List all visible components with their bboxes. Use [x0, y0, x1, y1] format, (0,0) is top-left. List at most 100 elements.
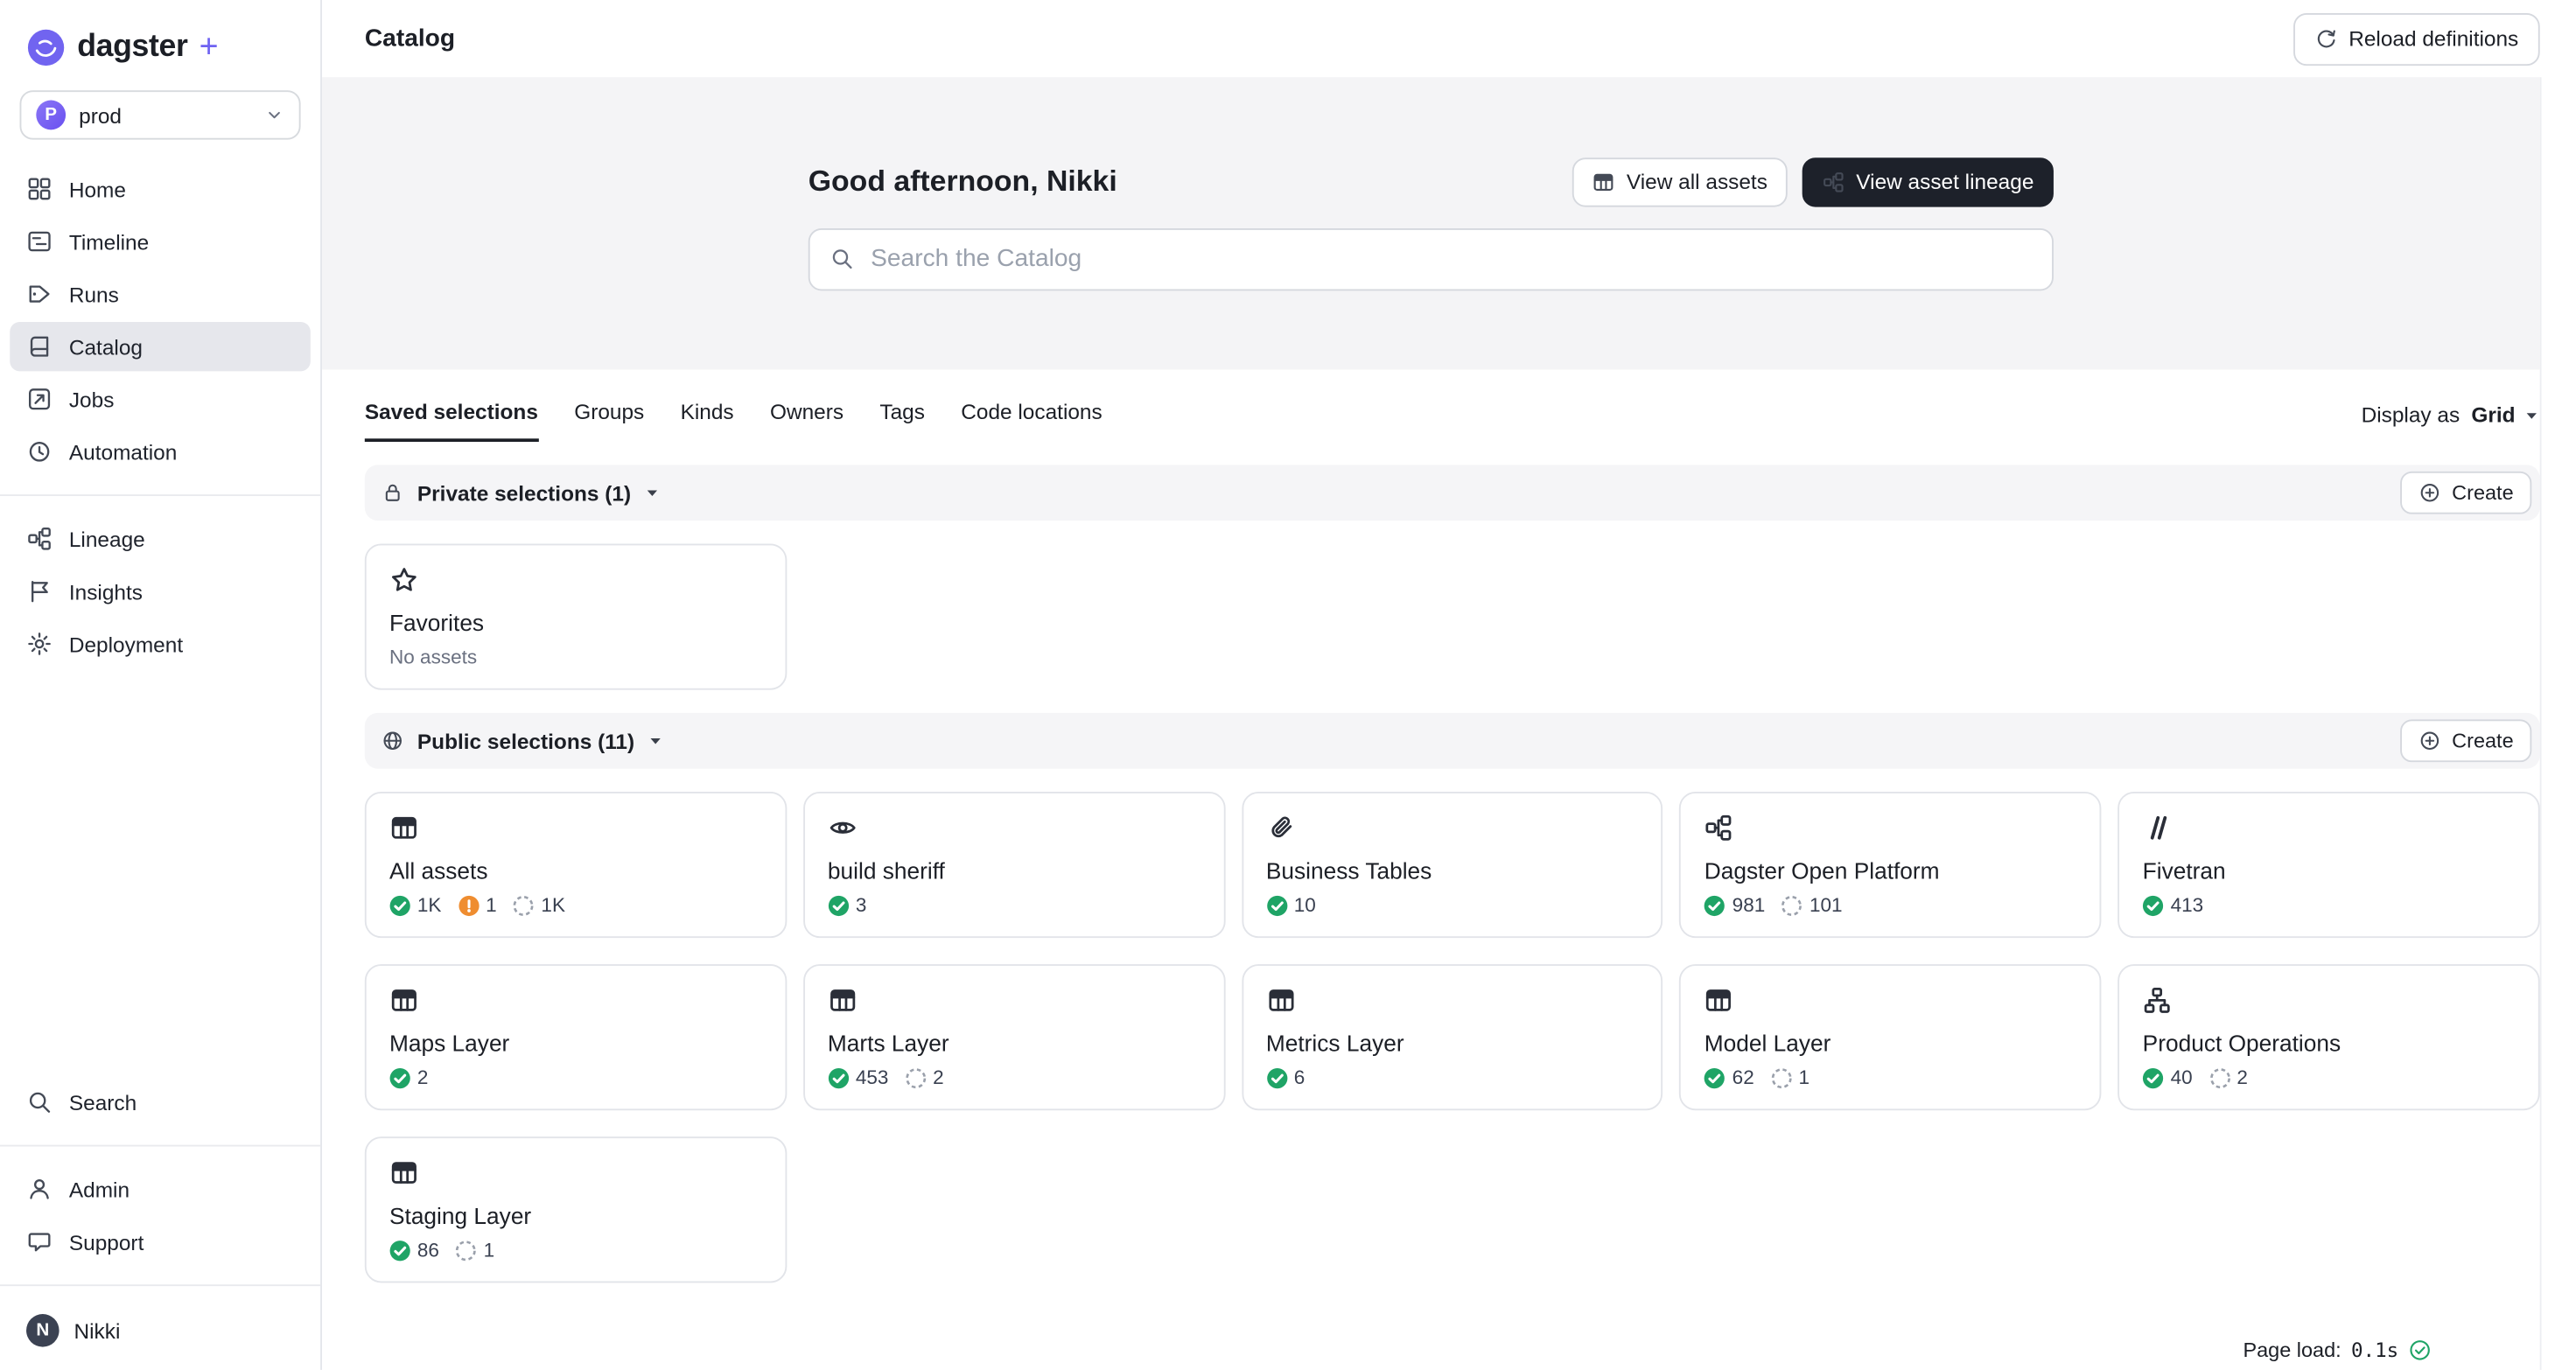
selection-sections: Private selections (1) Create Favorites …: [322, 442, 2540, 1370]
status-badge: 1: [458, 893, 496, 916]
card-meta: 981 101: [1704, 893, 2077, 916]
create-button-label: Create: [2452, 481, 2513, 504]
card-title: Marts Layer: [828, 1030, 1200, 1056]
status-count: 3: [856, 893, 867, 916]
search-icon: [26, 1089, 52, 1115]
tab-groups[interactable]: Groups: [574, 399, 644, 442]
tab-kinds[interactable]: Kinds: [681, 399, 734, 442]
selection-card-marts-layer[interactable]: Marts Layer 453 2: [803, 964, 1225, 1110]
status-badge: 101: [1782, 893, 1843, 916]
chevron-down-icon: [2524, 407, 2540, 423]
status-count: 40: [2171, 1066, 2193, 1089]
catalog-hero: Good afternoon, Nikki View all assets Vi…: [322, 77, 2540, 369]
sidebar-item-lineage[interactable]: Lineage: [10, 514, 311, 563]
table-icon: [389, 813, 419, 842]
check-circle-icon: [2408, 1339, 2431, 1361]
deployment-name: prod: [79, 102, 122, 127]
create-selection-button[interactable]: Create: [2401, 472, 2531, 514]
sidebar-item-support[interactable]: Support: [10, 1217, 311, 1266]
catalog-search-input[interactable]: [867, 243, 2032, 275]
tab-owners[interactable]: Owners: [770, 399, 844, 442]
card-meta: 10: [1266, 893, 1639, 916]
sidebar-item-home[interactable]: Home: [10, 164, 311, 213]
page-title: Catalog: [365, 24, 455, 52]
logo-plus: +: [200, 29, 219, 66]
selection-card-all-assets[interactable]: All assets 1K 1 1K: [365, 792, 787, 938]
selection-card-fivetran[interactable]: Fivetran 413: [2118, 792, 2540, 938]
view-all-assets-button[interactable]: View all assets: [1572, 157, 1787, 206]
display-as: Display as Grid: [2362, 402, 2540, 442]
reload-icon: [2314, 27, 2337, 50]
deployment-switcher[interactable]: P prod: [20, 90, 301, 139]
status-badge: 2: [2208, 1066, 2247, 1089]
selection-card-model-layer[interactable]: Model Layer 62 1: [1680, 964, 2102, 1110]
selection-card-build-sheriff[interactable]: build sheriff 3: [803, 792, 1225, 938]
selection-card-dagster-open-platform[interactable]: Dagster Open Platform 981 101: [1680, 792, 2102, 938]
selection-card-staging-layer[interactable]: Staging Layer 86 1: [365, 1136, 787, 1283]
sidebar-item-deployment[interactable]: Deployment: [10, 619, 311, 668]
pending-status-icon: [905, 1066, 926, 1087]
chevron-down-icon[interactable]: [648, 732, 664, 749]
card-meta: 453 2: [828, 1066, 1200, 1089]
tab-code-locations[interactable]: Code locations: [961, 399, 1102, 442]
sidebar-divider: [0, 1284, 320, 1286]
scrollbar[interactable]: [2540, 77, 2576, 1370]
sidebar-item-catalog[interactable]: Catalog: [10, 322, 311, 371]
status-count: 1: [486, 893, 497, 916]
view-asset-lineage-button[interactable]: View asset lineage: [1802, 157, 2054, 206]
page-load-indicator: Page load: 0.1s: [2243, 1339, 2431, 1361]
status-count: 2: [2236, 1066, 2248, 1089]
selection-card-favorites[interactable]: Favorites No assets: [365, 543, 787, 689]
status-count: 2: [417, 1066, 429, 1089]
create-selection-button[interactable]: Create: [2401, 719, 2531, 762]
status-badge: 62: [1704, 1066, 1754, 1089]
sidebar-item-timeline[interactable]: Timeline: [10, 217, 311, 266]
reload-definitions-button[interactable]: Reload definitions: [2292, 12, 2539, 65]
table-icon: [389, 986, 419, 1016]
catalog-tabs-row: Saved selections Groups Kinds Owners Tag…: [322, 369, 2540, 442]
private-selections-header: Private selections (1) Create: [365, 465, 2540, 521]
status-badge: 2: [389, 1066, 428, 1089]
eye-icon: [828, 813, 858, 842]
globe-icon: [382, 730, 404, 752]
selection-card-business-tables[interactable]: Business Tables 10: [1242, 792, 1663, 938]
card-title: Business Tables: [1266, 857, 1639, 884]
selection-card-metrics-layer[interactable]: Metrics Layer 6: [1242, 964, 1663, 1110]
logo: dagster +: [0, 0, 320, 90]
sidebar-item-search[interactable]: Search: [10, 1078, 311, 1127]
deployment-avatar: P: [36, 101, 66, 130]
hierarchy-icon: [2143, 986, 2173, 1016]
success-status-icon: [1266, 894, 1287, 915]
timeline-icon: [26, 228, 52, 255]
selection-card-product-operations[interactable]: Product Operations 40 2: [2118, 964, 2540, 1110]
status-count: 981: [1732, 893, 1766, 916]
tab-label: Kinds: [681, 399, 734, 423]
card-meta: No assets: [389, 646, 762, 668]
selection-card-maps-layer[interactable]: Maps Layer 2: [365, 964, 787, 1110]
sidebar-divider: [0, 494, 320, 496]
sidebar-item-jobs[interactable]: Jobs: [10, 374, 311, 423]
card-meta: 413: [2143, 893, 2516, 916]
tab-saved-selections[interactable]: Saved selections: [365, 399, 538, 442]
sidebar-item-runs[interactable]: Runs: [10, 269, 311, 318]
status-count: 453: [856, 1066, 889, 1089]
table-icon: [1266, 986, 1296, 1016]
display-as-select[interactable]: Grid: [2471, 402, 2539, 427]
status-badge: 453: [828, 1066, 889, 1089]
create-icon: [2419, 730, 2442, 752]
success-status-icon: [389, 1066, 410, 1087]
table-icon: [1592, 170, 1614, 192]
success-status-icon: [1704, 1066, 1726, 1087]
card-title: Fivetran: [2143, 857, 2516, 884]
warning-status-icon: [458, 894, 479, 915]
chevron-down-icon[interactable]: [644, 485, 661, 501]
deployment-icon: [26, 631, 52, 657]
tab-tags[interactable]: Tags: [879, 399, 925, 442]
content: Good afternoon, Nikki View all assets Vi…: [322, 77, 2540, 1370]
sidebar-item-insights[interactable]: Insights: [10, 567, 311, 616]
card-meta: 40 2: [2143, 1066, 2516, 1089]
sidebar-item-automation[interactable]: Automation: [10, 427, 311, 476]
user-menu[interactable]: N Nikki: [0, 1299, 320, 1363]
sidebar-item-admin[interactable]: Admin: [10, 1164, 311, 1213]
status-count: 1K: [417, 893, 442, 916]
